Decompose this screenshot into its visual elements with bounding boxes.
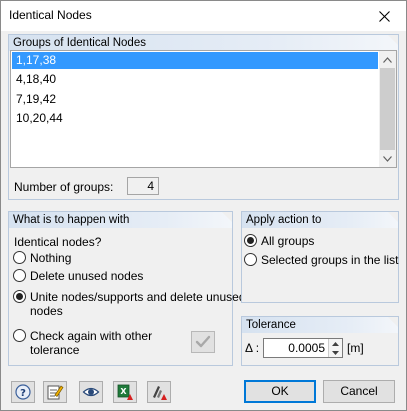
edit-icon	[47, 385, 64, 400]
tolerance-input[interactable]: 0.0005	[263, 338, 343, 358]
delete-nodes-icon	[153, 386, 167, 400]
radio-selected-groups[interactable]	[244, 253, 257, 266]
svg-text:?: ?	[20, 388, 26, 399]
window-title: Identical Nodes	[9, 8, 92, 22]
radio-check-again-label-cont[interactable]: tolerance	[30, 343, 79, 357]
scroll-thumb[interactable]	[380, 68, 395, 150]
radio-selected-groups-label[interactable]: Selected groups in the list	[261, 253, 398, 267]
title-bar: Identical Nodes	[1, 1, 406, 31]
ok-button[interactable]: OK	[244, 380, 316, 403]
radio-unite-nodes[interactable]	[13, 290, 26, 303]
list-item[interactable]: 4,18,40	[12, 71, 378, 88]
svg-text:X: X	[120, 387, 127, 396]
spin-down-icon[interactable]	[329, 348, 342, 357]
tolerance-panel-header: Tolerance	[242, 317, 398, 333]
radio-unite-nodes-label[interactable]: Unite nodes/supports and delete unused	[30, 290, 246, 304]
cancel-button[interactable]: Cancel	[323, 380, 395, 403]
identical-nodes-dialog: Identical Nodes Groups of Identical Node…	[0, 0, 407, 411]
radio-check-again[interactable]	[13, 329, 26, 342]
export-button[interactable]: X	[113, 381, 137, 403]
tolerance-symbol: Δ :	[245, 341, 260, 355]
list-item[interactable]: 1,17,38	[12, 52, 378, 69]
group-count-value: 4	[127, 177, 159, 195]
groups-panel-header: Groups of Identical Nodes	[9, 35, 398, 51]
group-count-label: Number of groups:	[14, 180, 114, 194]
radio-all-groups[interactable]	[244, 234, 257, 247]
help-button[interactable]: ?	[11, 381, 35, 403]
list-item[interactable]: 10,20,44	[12, 110, 378, 127]
view-icon	[82, 387, 100, 397]
help-icon: ?	[15, 384, 31, 400]
chevron-up-icon	[383, 56, 392, 63]
identical-nodes-question: Identical nodes?	[14, 235, 102, 249]
tolerance-value[interactable]: 0.0005	[288, 341, 325, 355]
radio-nothing-label[interactable]: Nothing	[30, 251, 71, 265]
radio-delete-unused-label[interactable]: Delete unused nodes	[30, 269, 143, 283]
scroll-down-button[interactable]	[379, 150, 396, 167]
tolerance-unit: [m]	[347, 341, 364, 355]
radio-delete-unused[interactable]	[13, 269, 26, 282]
close-button[interactable]	[362, 1, 406, 31]
list-scrollbar[interactable]	[379, 51, 396, 167]
radio-unite-nodes-label-cont[interactable]: nodes	[30, 304, 63, 318]
close-icon	[378, 10, 390, 22]
scroll-up-button[interactable]	[379, 51, 396, 68]
groups-list[interactable]: 1,17,38 4,18,40 7,19,42 10,20,44	[10, 50, 397, 168]
spin-up-icon[interactable]	[329, 339, 342, 348]
delete-nodes-button[interactable]	[147, 381, 171, 403]
apply-panel-header: Apply action to	[242, 212, 398, 228]
action-panel-header: What is to happen with	[9, 212, 232, 228]
check-again-button[interactable]	[191, 331, 215, 353]
radio-check-again-label[interactable]: Check again with other	[30, 329, 152, 343]
radio-nothing[interactable]	[13, 251, 26, 264]
list-item[interactable]: 7,19,42	[12, 91, 378, 108]
chevron-down-icon	[383, 155, 392, 162]
tolerance-spinner[interactable]	[328, 339, 342, 357]
export-excel-icon: X	[117, 384, 133, 400]
view-button[interactable]	[79, 381, 103, 403]
radio-all-groups-label[interactable]: All groups	[261, 234, 314, 248]
checkmark-icon	[195, 335, 211, 348]
edit-button[interactable]	[43, 381, 67, 403]
